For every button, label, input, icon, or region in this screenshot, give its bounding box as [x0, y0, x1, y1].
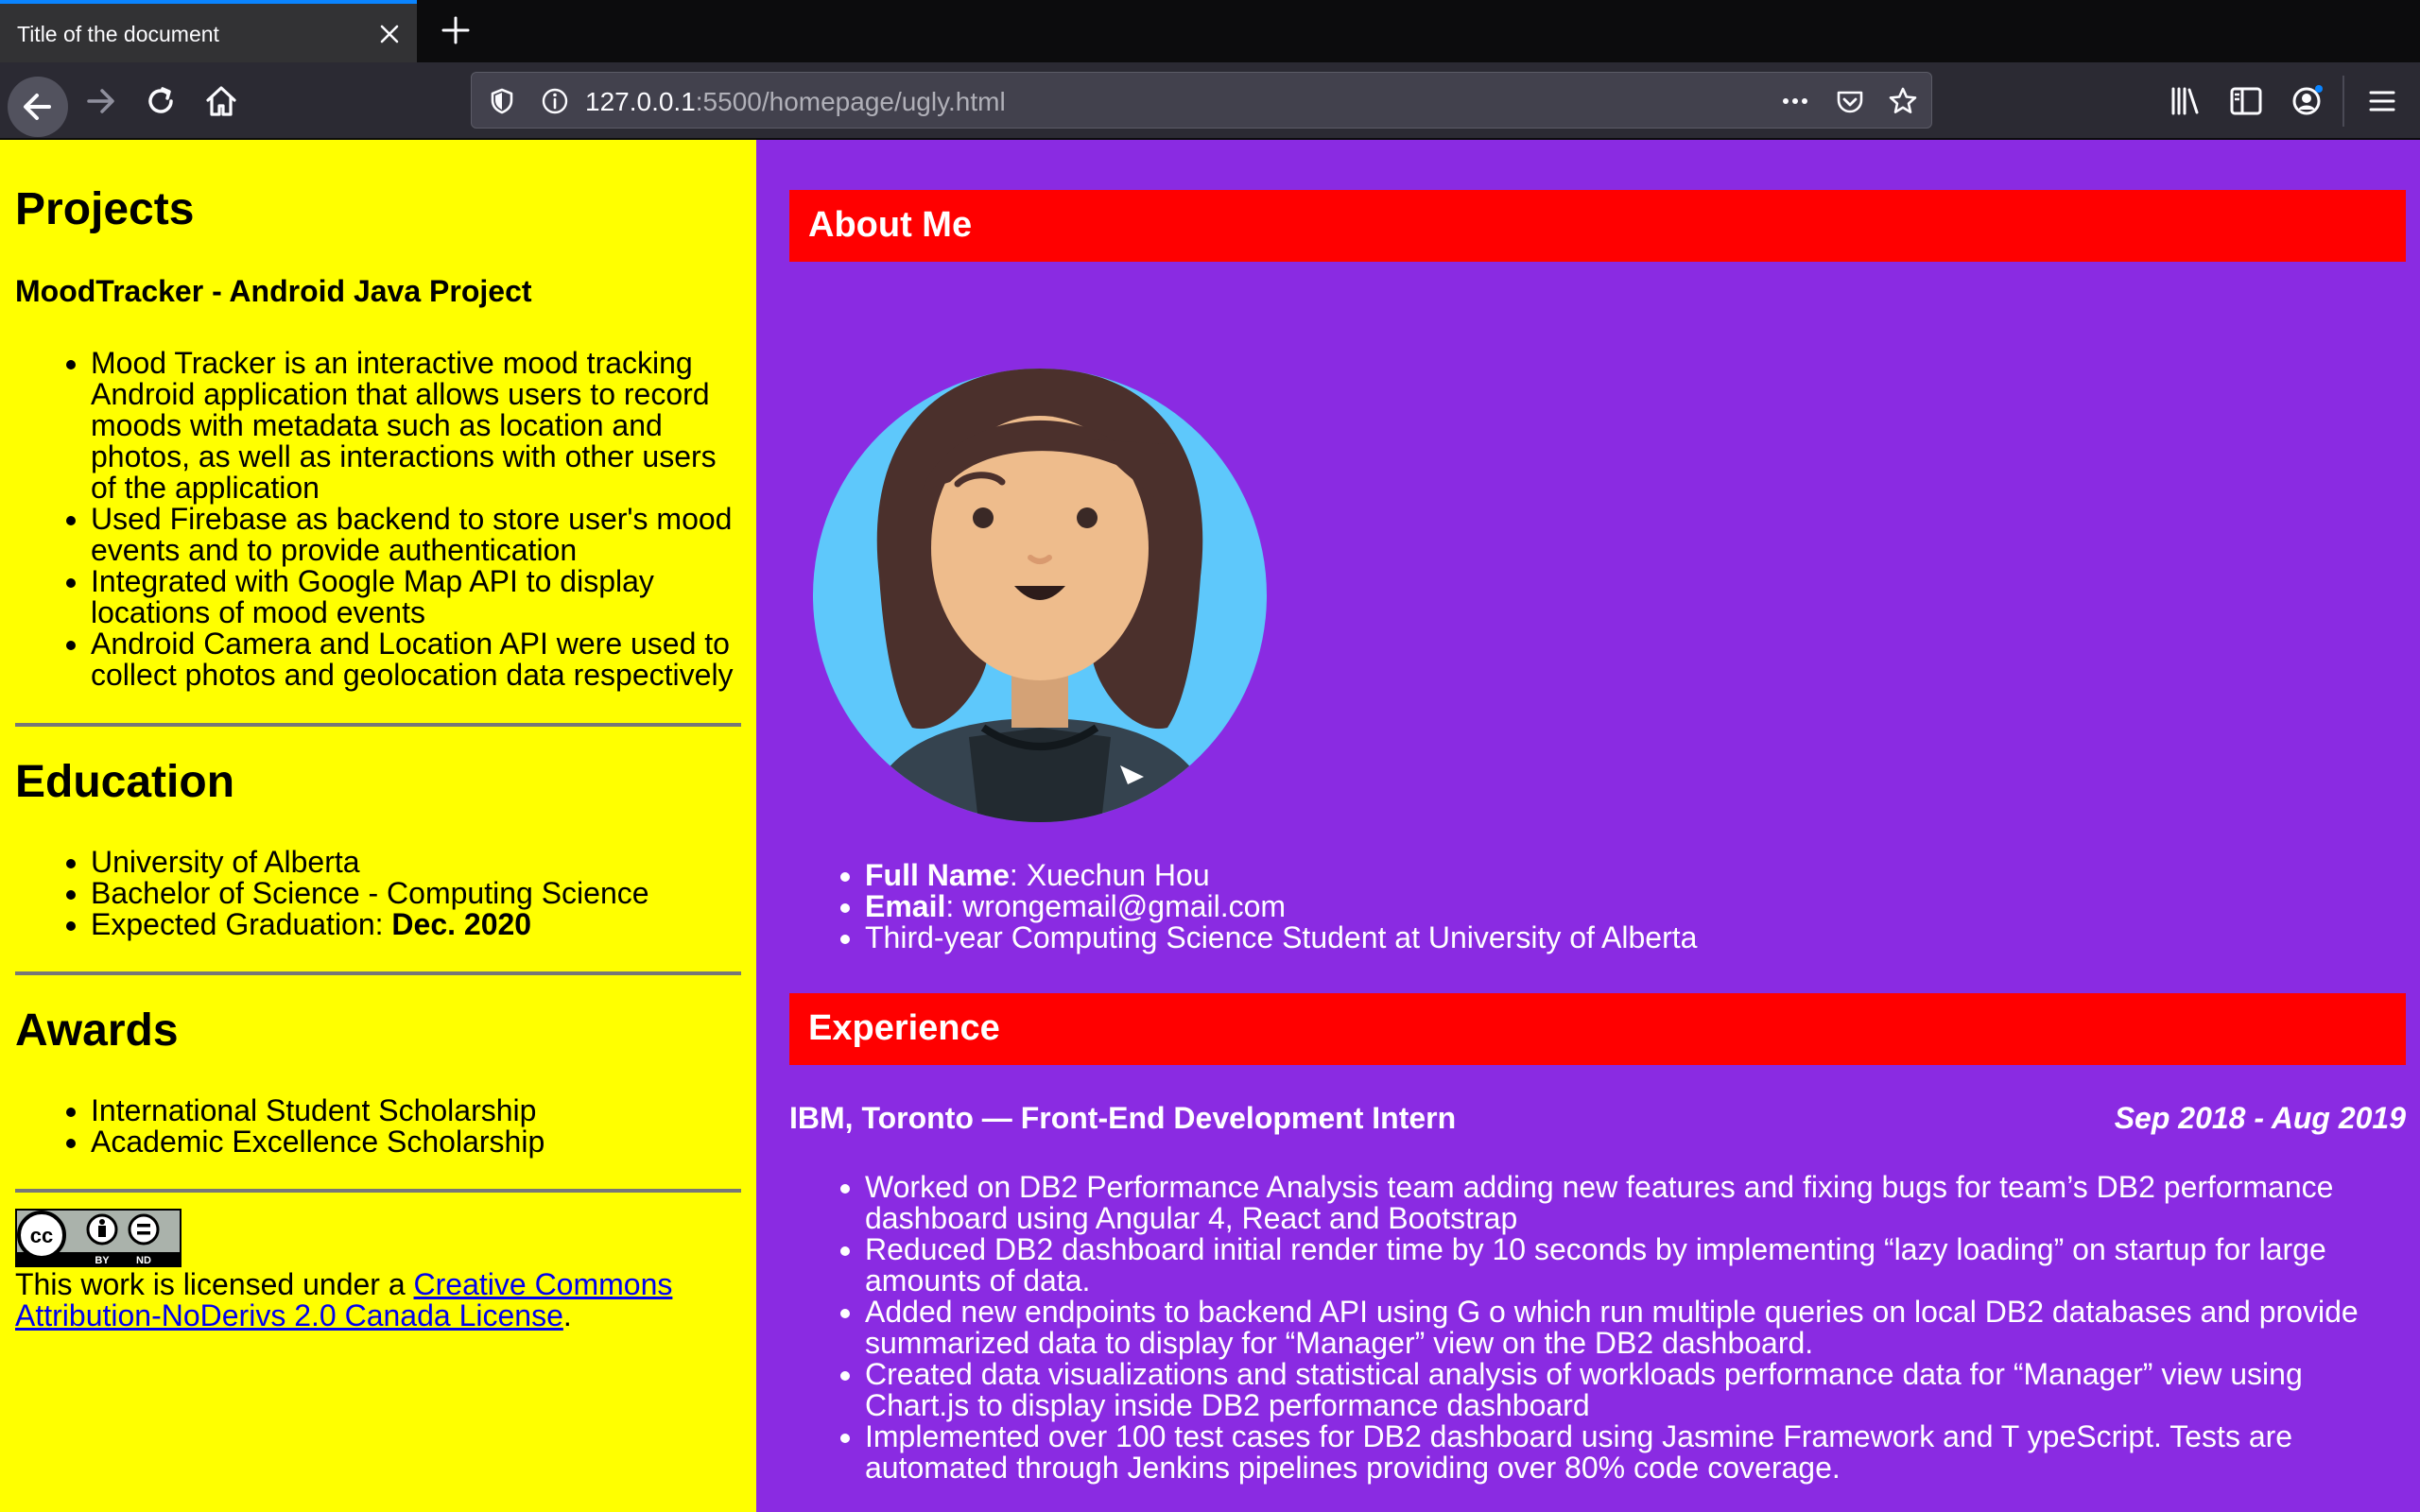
projects-heading: Projects [15, 184, 195, 234]
sidebar-icon[interactable] [2225, 80, 2267, 122]
list-item: Integrated with Google Map API to displa… [91, 566, 743, 628]
email-value: : wrongemail@gmail.com [945, 889, 1287, 923]
list-item: Worked on DB2 Performance Analysis team … [865, 1172, 2377, 1234]
avatar [813, 369, 1267, 822]
url-path: :5500/homepage/ugly.html [695, 87, 1006, 116]
list-item: University of Alberta [91, 847, 743, 878]
list-item: Email: wrongemail@gmail.com [865, 891, 2377, 922]
home-icon[interactable] [200, 80, 242, 122]
list-item: Full Name: Xuechun Hou [865, 860, 2377, 891]
about-section-bar: About Me [789, 190, 2406, 262]
license-suffix: . [562, 1298, 572, 1332]
list-item: Bachelor of Science - Computing Science [91, 878, 743, 909]
license-text: This work is licensed under a Creative C… [15, 1269, 743, 1332]
job-dates: Sep 2018 - Aug 2019 [2114, 1101, 2406, 1135]
star-icon[interactable] [1886, 84, 1920, 118]
list-item: International Student Scholarship [91, 1095, 743, 1126]
url-host: 127.0.0.1 [585, 87, 696, 116]
creative-commons-badge[interactable]: cc BY ND [15, 1209, 182, 1267]
tab-bar: Title of the document [0, 0, 2420, 62]
info-icon[interactable] [538, 84, 572, 118]
experience-section-bar: Experience [789, 993, 2406, 1065]
account-icon[interactable] [2286, 80, 2327, 122]
list-item: Mood Tracker is an interactive mood trac… [91, 348, 743, 504]
reload-icon[interactable] [140, 80, 182, 122]
hamburger-menu-icon[interactable] [2361, 80, 2403, 122]
about-list: Full Name: Xuechun Hou Email: wrongemail… [865, 860, 2377, 954]
list-item: Used Firebase as backend to store user's… [91, 504, 743, 566]
navigation-toolbar: 127.0.0.1:5500/homepage/ugly.html [0, 62, 2420, 140]
browser-tab[interactable]: Title of the document [0, 0, 417, 62]
plus-icon[interactable] [439, 13, 473, 47]
web-page: Projects MoodTracker - Android Java Proj… [0, 140, 2420, 1512]
list-item: Implemented over 100 test cases for DB2 … [865, 1421, 2377, 1484]
email-label: Email [865, 889, 946, 923]
license-prefix: This work is licensed under a [15, 1267, 414, 1301]
close-icon[interactable] [376, 21, 403, 47]
sidebar-column: Projects MoodTracker - Android Java Proj… [0, 140, 756, 1512]
project-list: Mood Tracker is an interactive mood trac… [91, 348, 743, 691]
url-text[interactable]: 127.0.0.1:5500/homepage/ugly.html [585, 87, 1006, 117]
back-arrow-icon [24, 94, 51, 120]
experience-heading: Experience [808, 1008, 1000, 1048]
awards-list: International Student Scholarship Academ… [91, 1095, 743, 1158]
education-list: University of Alberta Bachelor of Scienc… [91, 847, 743, 940]
more-dots-icon[interactable] [1778, 84, 1812, 118]
list-item: Reduced DB2 dashboard initial render tim… [865, 1234, 2377, 1297]
divider [15, 1189, 741, 1193]
project-title: MoodTracker - Android Java Project [15, 274, 532, 308]
shield-icon[interactable] [485, 84, 519, 118]
forward-arrow-icon[interactable] [79, 80, 121, 122]
main-column: About Me Full Name: Xuechun Hou [756, 140, 2420, 1512]
cc-by-text: BY [95, 1255, 110, 1266]
back-button[interactable] [8, 77, 68, 137]
toolbar-separator [2342, 76, 2344, 127]
library-icon[interactable] [2165, 80, 2206, 122]
list-item: Android Camera and Location API were use… [91, 628, 743, 691]
address-bar[interactable]: 127.0.0.1:5500/homepage/ugly.html [471, 72, 1932, 129]
list-item: Expected Graduation: Dec. 2020 [91, 909, 743, 940]
divider [15, 971, 741, 975]
divider [15, 723, 741, 727]
svg-text:cc: cc [30, 1224, 53, 1247]
list-item: Added new endpoints to backend API using… [865, 1297, 2377, 1359]
tab-title: Title of the document [17, 22, 219, 46]
graduation-value: Dec. 2020 [391, 907, 532, 941]
job-title: IBM, Toronto — Front-End Development Int… [789, 1101, 1457, 1135]
full-name-value: : Xuechun Hou [1009, 858, 1210, 892]
list-item: Created data visualizations and statisti… [865, 1359, 2377, 1421]
cc-nd-text: ND [136, 1255, 151, 1266]
full-name-label: Full Name [865, 858, 1010, 892]
education-heading: Education [15, 757, 235, 807]
list-item: Academic Excellence Scholarship [91, 1126, 743, 1158]
list-item: Third-year Computing Science Student at … [865, 922, 2377, 954]
pocket-icon[interactable] [1833, 84, 1867, 118]
graduation-label: Expected Graduation: [91, 907, 392, 941]
about-heading: About Me [808, 205, 973, 245]
awards-heading: Awards [15, 1005, 179, 1056]
experience-list: Worked on DB2 Performance Analysis team … [865, 1172, 2377, 1484]
